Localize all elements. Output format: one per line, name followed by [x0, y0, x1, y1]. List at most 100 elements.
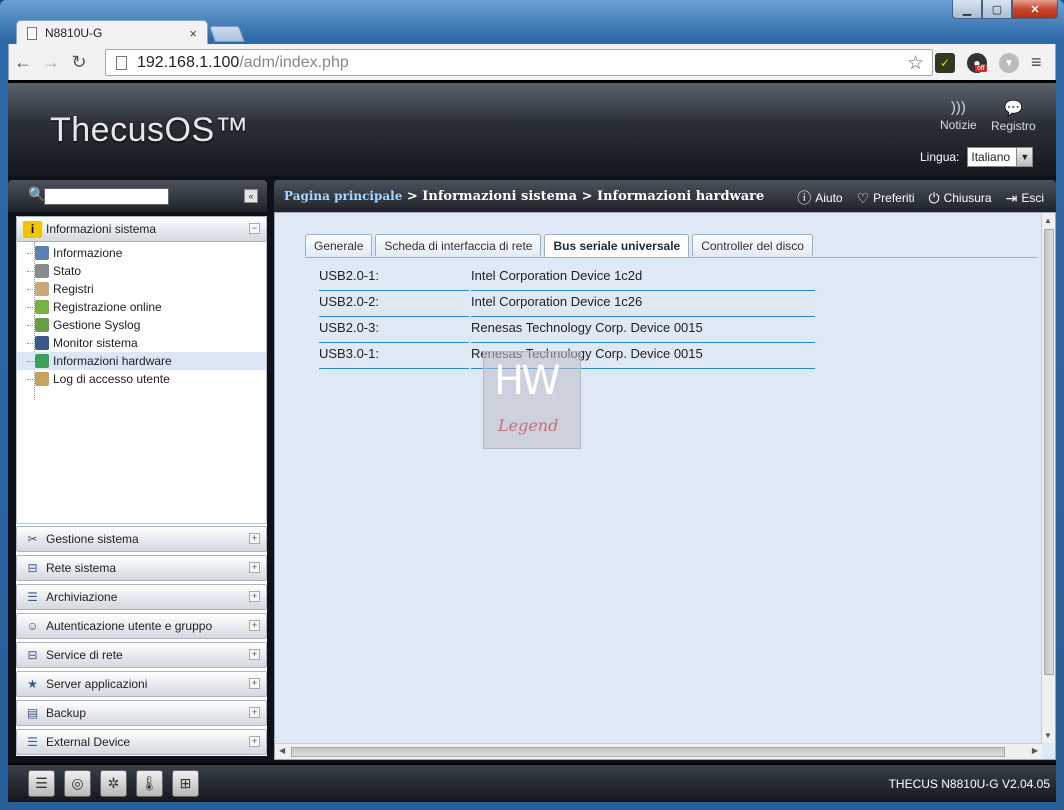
tab-scheda-di-interfaccia-di-rete[interactable]: Scheda di interfaccia di rete	[375, 234, 542, 256]
breadcrumb: Pagina principale > Informazioni sistema…	[284, 189, 764, 204]
footer-icons: ☰ ◎ ✲ 🌡 ⊞	[28, 770, 199, 797]
extension-check-icon[interactable]: ✓	[935, 53, 955, 73]
sidebar-item-stato[interactable]: Stato	[17, 262, 266, 280]
bookmark-star-icon[interactable]: ☆	[907, 52, 924, 75]
breadcrumb-home[interactable]: Pagina principale	[284, 189, 402, 203]
info-icon: i	[23, 220, 42, 238]
horizontal-scrollbar[interactable]: ◀ ▶	[275, 743, 1042, 759]
sidebar-item-informazioni-hardware[interactable]: Informazioni hardware	[17, 352, 266, 370]
section-service-di-rete[interactable]: ⊟ Service di rete +	[16, 642, 267, 668]
search-input[interactable]	[44, 188, 169, 205]
section-label: Gestione sistema	[46, 532, 139, 546]
address-bar[interactable]: 192.168.1.100/adm/index.php ☆	[105, 49, 933, 76]
sidebar-item-gestione-syslog[interactable]: Gestione Syslog	[17, 316, 266, 334]
section-label: Autenticazione utente e gruppo	[46, 619, 213, 633]
heart-icon: ♡	[856, 189, 870, 206]
minimize-button[interactable]: ▁	[952, 0, 982, 19]
section-autenticazione-utente-e-gruppo[interactable]: ☺ Autenticazione utente e gruppo +	[16, 613, 267, 639]
reload-button[interactable]: ↻	[65, 52, 93, 73]
favorites-button[interactable]: ♡ Preferiti	[857, 188, 915, 208]
section-informazioni-sistema[interactable]: i Informazioni sistema −	[16, 216, 267, 242]
thecus-app: ThecusOS™ ))) Notizie 💬 Registro Lingua:…	[8, 80, 1056, 802]
help-label: Aiuto	[815, 191, 843, 205]
notizie-label: Notizie	[940, 118, 977, 132]
tab-controller-del-disco[interactable]: Controller del disco	[692, 234, 813, 256]
new-tab-button[interactable]	[209, 26, 245, 42]
language-select[interactable]: Italiano ▼	[967, 147, 1034, 167]
sidebar-item-registrazione-online[interactable]: Registrazione online	[17, 298, 266, 316]
expand-toggle-icon[interactable]: +	[249, 591, 260, 602]
network-service-icon: ⊟	[27, 648, 38, 662]
menu-item-icon	[35, 372, 49, 386]
collapse-toggle-icon[interactable]: −	[249, 223, 260, 234]
sidebar-item-informazione[interactable]: Informazione	[17, 244, 266, 262]
close-window-button[interactable]: ✕	[1012, 0, 1058, 19]
menu-item-icon	[35, 354, 49, 368]
fan-status-icon[interactable]: ✲	[100, 770, 127, 797]
forward-button[interactable]: →	[37, 52, 65, 73]
scroll-right-icon[interactable]: ▶	[1032, 746, 1038, 755]
usb-port-label: USB3.0-1:	[319, 343, 469, 369]
expand-toggle-icon[interactable]: +	[249, 678, 260, 689]
registro-link[interactable]: 💬 Registro	[991, 99, 1036, 133]
maximize-button[interactable]: ▢	[982, 0, 1012, 19]
section-label: Server applicazioni	[46, 677, 148, 691]
url-path: /adm/index.php	[239, 53, 349, 71]
temperature-icon[interactable]: 🌡	[136, 770, 163, 797]
tab-close-icon[interactable]: ×	[189, 26, 197, 41]
sidebar-item-registri[interactable]: Registri	[17, 280, 266, 298]
watermark-word: Legend	[498, 416, 559, 435]
sidebar-item-log-di-accesso-utente[interactable]: Log di accesso utente	[17, 370, 266, 388]
expand-toggle-icon[interactable]: +	[249, 562, 260, 573]
horizontal-scroll-thumb[interactable]	[291, 747, 1005, 757]
help-button[interactable]: ⓘ Aiuto	[797, 188, 842, 208]
extension-record-icon[interactable]: ● off	[967, 53, 987, 73]
section-backup[interactable]: ▤ Backup +	[16, 700, 267, 726]
section-archiviazione[interactable]: ☰ Archiviazione +	[16, 584, 267, 610]
tab-generale[interactable]: Generale	[305, 234, 373, 256]
usb-port-label: USB2.0-2:	[319, 291, 469, 317]
tab-bus-seriale-universale[interactable]: Bus seriale universale	[544, 234, 690, 257]
notizie-link[interactable]: ))) Notizie	[940, 99, 977, 132]
vertical-scrollbar[interactable]: ▲ ▼	[1041, 213, 1055, 743]
browser-menu-icon[interactable]: ≡	[1031, 52, 1042, 73]
sidebar-item-label: Informazioni hardware	[53, 354, 172, 368]
external-device-icon: ☰	[27, 735, 38, 749]
menu-item-icon	[35, 300, 49, 314]
expand-toggle-icon[interactable]: +	[249, 620, 260, 631]
page-info-icon[interactable]	[116, 55, 127, 70]
tab-strip: Generale Scheda di interfaccia di rete Bus…	[305, 234, 813, 257]
expand-toggle-icon[interactable]: +	[249, 649, 260, 660]
usb-device-value: Intel Corporation Device 1c26	[471, 291, 815, 317]
extension-off-badge: off	[975, 65, 987, 72]
server-status-icon[interactable]: ☰	[28, 770, 55, 797]
section-label: Service di rete	[46, 648, 123, 662]
scroll-up-icon[interactable]: ▲	[1044, 216, 1052, 225]
back-button[interactable]: ←	[9, 52, 37, 73]
network-status-icon[interactable]: ⊞	[172, 770, 199, 797]
section-rete-sistema[interactable]: ⊟ Rete sistema +	[16, 555, 267, 581]
browser-tab[interactable]: N8810U-G ×	[16, 20, 208, 45]
section-gestione-sistema[interactable]: ✂ Gestione sistema +	[16, 526, 267, 552]
main-actions: ⓘ Aiuto ♡ Preferiti ⏻ Chiusura ⇥ Esci	[797, 188, 1044, 208]
section-label: External Device	[46, 735, 131, 749]
menu-item-icon	[35, 318, 49, 332]
expand-toggle-icon[interactable]: +	[249, 533, 260, 544]
shutdown-button[interactable]: ⏻ Chiusura	[928, 188, 991, 208]
extension-shield-icon[interactable]: ▼	[999, 53, 1019, 73]
scroll-left-icon[interactable]: ◀	[279, 746, 285, 755]
content-panel: Generale Scheda di interfaccia di rete Bus…	[274, 212, 1056, 760]
vertical-scroll-thumb[interactable]	[1044, 229, 1054, 675]
disk-status-icon[interactable]: ◎	[64, 770, 91, 797]
browser-toolbar: ← → ↻ 192.168.1.100/adm/index.php ☆ ✓ ● o…	[8, 44, 1056, 80]
table-row: USB2.0-3: Renesas Technology Corp. Device…	[319, 317, 815, 343]
section-server-applicazioni[interactable]: ★ Server applicazioni +	[16, 671, 267, 697]
expand-toggle-icon[interactable]: +	[249, 707, 260, 718]
section-external-device[interactable]: ☰ External Device +	[16, 729, 267, 755]
scroll-down-icon[interactable]: ▼	[1044, 731, 1052, 740]
expand-toggle-icon[interactable]: +	[249, 736, 260, 747]
sidebar-item-label: Informazione	[53, 246, 123, 260]
sidebar-item-monitor-sistema[interactable]: Monitor sistema	[17, 334, 266, 352]
collapse-sidebar-button[interactable]: «	[244, 189, 258, 203]
logout-button[interactable]: ⇥ Esci	[1006, 188, 1044, 208]
